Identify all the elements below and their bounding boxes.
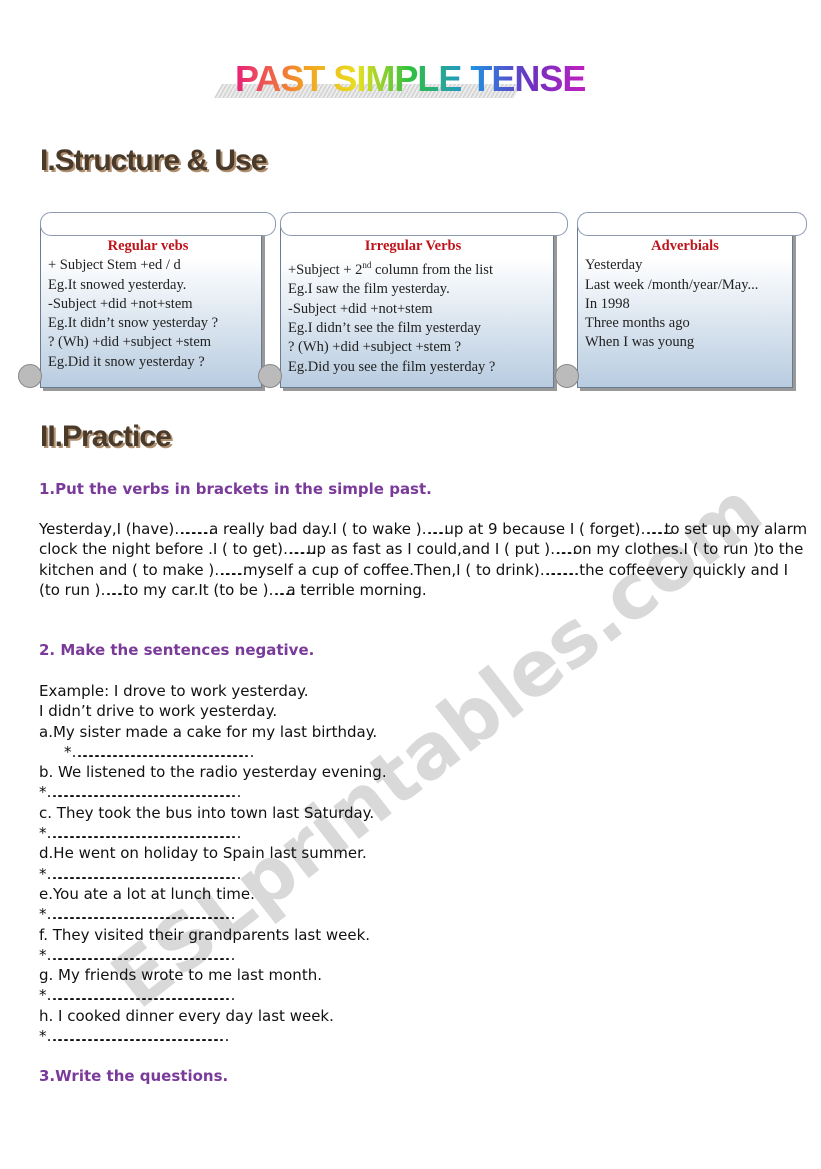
list-item: Example: I drove to work yesterday.: [39, 682, 309, 700]
exercise-2-title: 2. Make the sentences negative.: [39, 641, 315, 659]
box-line: Eg.I didn’t see the film yesterday: [288, 320, 482, 337]
list-item: e.You ate a lot at lunch time.: [39, 884, 255, 903]
answer-line[interactable]: *……………………………………………………………………………: [39, 742, 799, 762]
box-line: ? (Wh) +did +subject +stem ?: [288, 339, 462, 356]
answer-line[interactable]: *…………………………………………………………………………………: [39, 782, 799, 802]
scroll-box-irregular: Irregular Verbs +Subject + 2nd column fr…: [258, 212, 568, 388]
box-line: ? (Wh) +did +subject +stem: [48, 334, 212, 351]
box-line: +Subject + 2nd column from the list: [288, 260, 493, 279]
answer-line[interactable]: *………………………………………………………………………………: [39, 985, 799, 1005]
exercise-3-title: 3.Write the questions.: [39, 1067, 229, 1085]
scroll-box-adverbials: Adverbials Yesterday Last week /month/ye…: [555, 212, 807, 388]
box-line: Eg.It didn’t snow yesterday ?: [48, 315, 219, 332]
box-line: Eg.Did you see the film yesterday ?: [288, 358, 496, 375]
box-heading: Irregular Verbs: [364, 238, 462, 254]
box-heading: Adverbials: [651, 238, 719, 254]
list-item: g. My friends wrote to me last month.: [39, 966, 322, 985]
answer-line[interactable]: *…………………………………………………………………………………: [39, 864, 799, 884]
box-line: In 1998: [585, 295, 630, 312]
section-practice-heading: II.Practice: [40, 420, 172, 453]
worksheet-page: ESLprintables.com PAST SIMPLE TENSE I.St…: [0, 0, 821, 1169]
answer-line[interactable]: *………………………………………………………………………………: [39, 904, 799, 924]
answer-line[interactable]: *…………………………………………………………………………………: [39, 823, 799, 843]
box-line: Yesterday: [585, 257, 643, 274]
box-heading: Regular vebs: [107, 238, 189, 254]
list-item: a.My sister made a cake for my last birt…: [39, 722, 378, 741]
list-item: c. They took the bus into town last Satu…: [39, 803, 375, 822]
box-line: -Subject +did +not+stem: [288, 300, 433, 317]
scroll-box-regular: Regular vebs + Subject Stem +ed / d Eg.I…: [18, 212, 276, 388]
box-line: Last week /month/year/May...: [585, 276, 759, 293]
box-line: -Subject +did +not+stem: [48, 295, 193, 312]
box-line: Eg.It snowed yesterday.: [48, 276, 187, 293]
list-item: d.He went on holiday to Spain last summe…: [39, 844, 367, 863]
list-item: f. They visited their grandparents last …: [39, 925, 371, 944]
box-line: When I was young: [585, 334, 695, 351]
box-line: Eg.I saw the film yesterday.: [288, 281, 450, 298]
exercise-1-text: Yesterday,I (have)…………….a really bad day…: [39, 520, 808, 599]
page-title: PAST SIMPLE TENSE: [235, 58, 586, 99]
section-structure-heading: I.Structure & Use: [40, 144, 267, 177]
list-item: b. We listened to the radio yesterday ev…: [39, 763, 387, 782]
exercise-2-list: Example: I drove to work yesterday. I di…: [39, 681, 799, 1046]
list-item: I didn’t drive to work yesterday.: [39, 702, 278, 721]
box-line: Eg.Did it snow yesterday ?: [48, 353, 205, 370]
answer-line[interactable]: *……………………………………………………………………………: [39, 1026, 799, 1046]
answer-line[interactable]: *………………………………………………………………………………: [39, 945, 799, 965]
list-item: h. I cooked dinner every day last week.: [39, 1006, 334, 1025]
exercise-1-title: 1.Put the verbs in brackets in the simpl…: [39, 480, 432, 498]
box-line: Three months ago: [585, 315, 690, 332]
box-line: + Subject Stem +ed / d: [48, 257, 181, 274]
